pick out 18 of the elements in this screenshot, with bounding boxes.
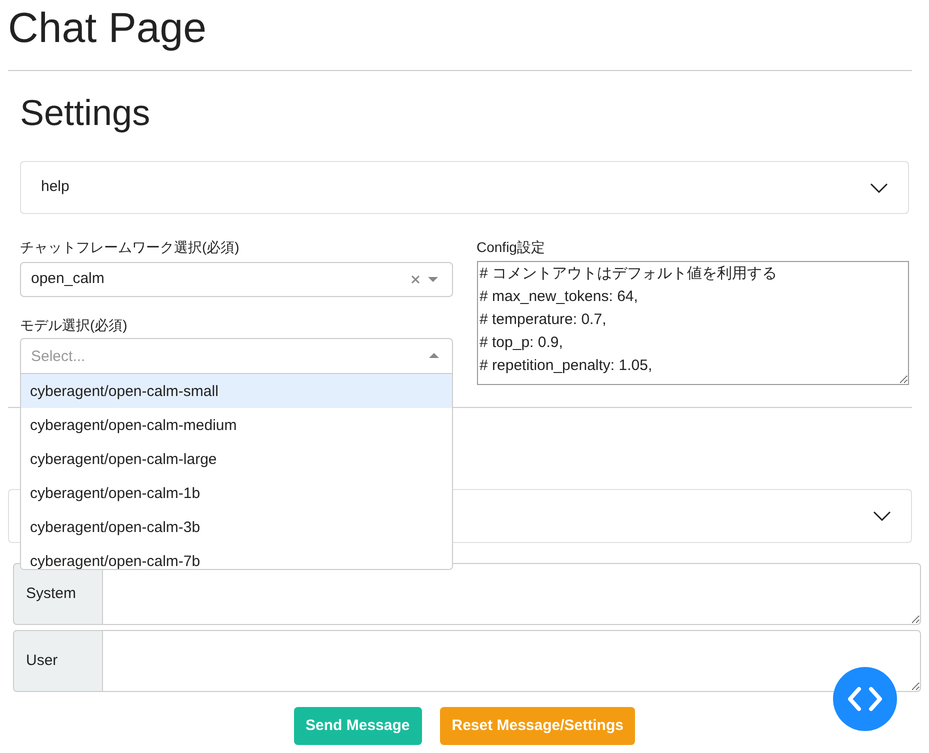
option-item[interactable]: cyberagent/open-calm-small — [21, 374, 452, 408]
framework-select[interactable]: open_calm — [20, 262, 452, 297]
chevron-icon — [870, 182, 888, 192]
model-select[interactable]: Select... — [20, 338, 452, 374]
role-label: User — [13, 630, 103, 692]
chevron-icon — [873, 511, 891, 521]
message-input[interactable] — [103, 630, 921, 692]
caret-down-icon[interactable] — [428, 277, 438, 282]
help-accordion[interactable]: help — [20, 161, 909, 214]
section-title: Settings — [20, 91, 150, 135]
field-label: チャットフレームワーク選択(必須) — [20, 238, 240, 257]
config-textarea[interactable]: # コメントアウトはデフォルト値を利用する # max_new_tokens: 64, # temperature: 0.7, # top_p: 0.9, # repetition_penalty: 1.05, — [476, 261, 909, 385]
code-icon — [847, 687, 883, 711]
caret-up-icon[interactable] — [428, 353, 438, 358]
page-title: Chat Page — [8, 3, 206, 53]
field-label: モデル選択(必須) — [20, 316, 128, 335]
clear-icon[interactable] — [410, 275, 420, 284]
field-label: Config設定 — [476, 238, 545, 257]
